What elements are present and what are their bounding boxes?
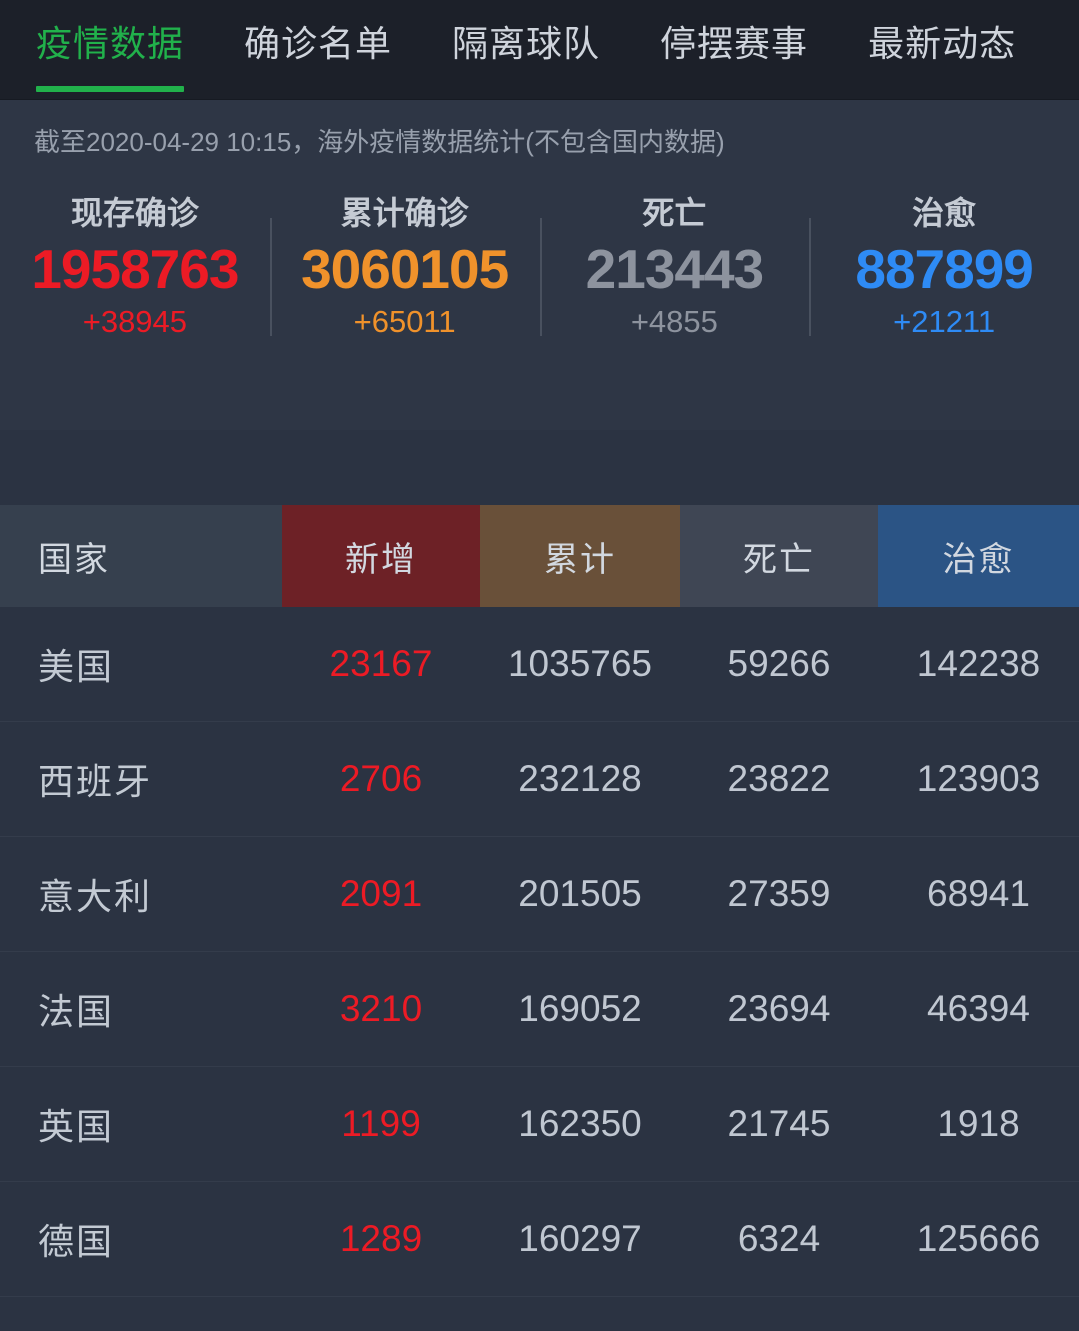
stat-total-confirmed: 累计确诊 3060105 +65011 [269,190,540,342]
cell-death: 27359 [727,873,831,914]
stat-value: 3060105 [301,238,509,300]
table-row[interactable]: 意大利 2091 201505 27359 68941 [0,837,1079,952]
country-stats-table: 国家 新增 累计 死亡 治愈 美国 23167 1035765 59266 14… [0,505,1079,1331]
tab-label: 确诊名单 [244,23,393,64]
stat-recovered: 治愈 887899 +21211 [809,190,1079,342]
cell-cure: 68941 [927,873,1030,914]
cell-death: 21745 [727,1103,831,1144]
table-header-death[interactable]: 死亡 [680,505,878,607]
table-row[interactable]: 法国 3210 169052 23694 46394 [0,952,1079,1067]
tab-label: 停摆赛事 [660,23,809,64]
cell-cure: 46394 [927,988,1030,1029]
cell-total: 169052 [518,988,642,1029]
cell-country: 法国 [38,991,115,1032]
stat-active-cases: 现存确诊 1958763 +38945 [0,190,270,342]
cell-country: 德国 [38,1221,115,1262]
table-header-total[interactable]: 累计 [480,505,680,607]
tab-active-underline [36,86,185,92]
cell-new: 23167 [329,643,433,684]
cell-total: 1035765 [507,643,653,684]
table-row[interactable]: 西班牙 2706 232128 23822 123903 [0,722,1079,837]
cell-country: 美国 [38,646,115,687]
cell-new: 1289 [339,1218,423,1259]
tab-confirmed-list[interactable]: 确诊名单 [214,0,422,100]
cell-death: 2992 [680,1297,878,1331]
cell-new: 2091 [339,873,423,914]
cell-country: 土耳其 [0,1297,282,1331]
cell-death: 23694 [727,988,831,1029]
table-header-country[interactable]: 国家 [0,505,282,607]
tab-label: 最新动态 [868,23,1017,64]
tab-epidemic-data[interactable]: 疫情数据 [36,0,214,100]
cell-new: 2706 [339,758,423,799]
cell-death: 59266 [727,643,831,684]
stat-delta: +4855 [630,304,718,339]
stat-label: 死亡 [642,195,707,231]
stat-value: 213443 [585,238,765,300]
cell-country: 意大利 [38,876,153,917]
stat-value: 1958763 [31,238,239,300]
cell-cure: 142238 [916,643,1041,684]
tab-active-underline [244,86,392,92]
cell-cure: 38809 [878,1297,1079,1331]
table-header-new[interactable]: 新增 [282,505,480,607]
summary-stats: 现存确诊 1958763 +38945 累计确诊 3060105 +65011 … [0,190,1079,342]
stat-value: 887899 [855,238,1034,300]
cell-cure: 123903 [916,758,1041,799]
table-row[interactable]: 美国 23167 1035765 59266 142238 [0,607,1079,722]
stat-delta: +21211 [893,304,996,339]
tab-suspended-events[interactable]: 停摆赛事 [630,0,838,100]
table-row[interactable]: 德国 1289 160297 6324 125666 [0,1182,1079,1297]
tab-active-underline [452,86,600,92]
cell-total: 114653 [480,1297,680,1331]
cell-country: 西班牙 [38,761,153,802]
tab-active-underline [660,86,808,92]
cell-new: 2392 [282,1297,480,1331]
cell-new: 1199 [341,1103,421,1144]
cell-total: 232128 [518,758,642,799]
table-row[interactable]: 土耳其 2392 114653 2992 38809 [0,1297,1079,1331]
stat-deaths: 死亡 213443 +4855 [539,190,810,342]
cell-death: 6324 [737,1218,821,1259]
summary-panel: 截至2020-04-29 10:15，海外疫情数据统计(不包含国内数据) 现存确… [0,100,1079,430]
tab-bar: 疫情数据 确诊名单 隔离球队 停摆赛事 最新动态 [0,0,1079,100]
tab-latest-news[interactable]: 最新动态 [838,0,1046,100]
tab-label: 疫情数据 [36,23,185,64]
as-of-text: 截至2020-04-29 10:15，海外疫情数据统计(不包含国内数据) [34,127,725,157]
stat-label: 现存确诊 [70,195,199,231]
cell-total: 160297 [518,1218,642,1259]
cell-cure: 125666 [916,1218,1041,1259]
tab-quarantined-teams[interactable]: 隔离球队 [422,0,630,100]
stat-delta: +38945 [82,304,188,339]
cell-total: 201505 [518,873,642,914]
cell-country: 英国 [38,1106,115,1147]
panel-gap [0,430,1079,505]
tab-label: 隔离球队 [452,23,601,64]
stat-label: 治愈 [912,195,977,231]
tab-active-underline [868,86,1016,92]
cell-death: 23822 [727,758,831,799]
table-header-row: 国家 新增 累计 死亡 治愈 [0,505,1079,607]
stat-delta: +65011 [353,304,456,339]
table-row[interactable]: 英国 1199 162350 21745 1918 [0,1067,1079,1182]
stat-label: 累计确诊 [340,195,469,231]
cell-total: 162350 [518,1103,642,1144]
cell-cure: 1918 [937,1103,1020,1144]
cell-new: 3210 [339,988,423,1029]
table-header-cure[interactable]: 治愈 [878,505,1079,607]
